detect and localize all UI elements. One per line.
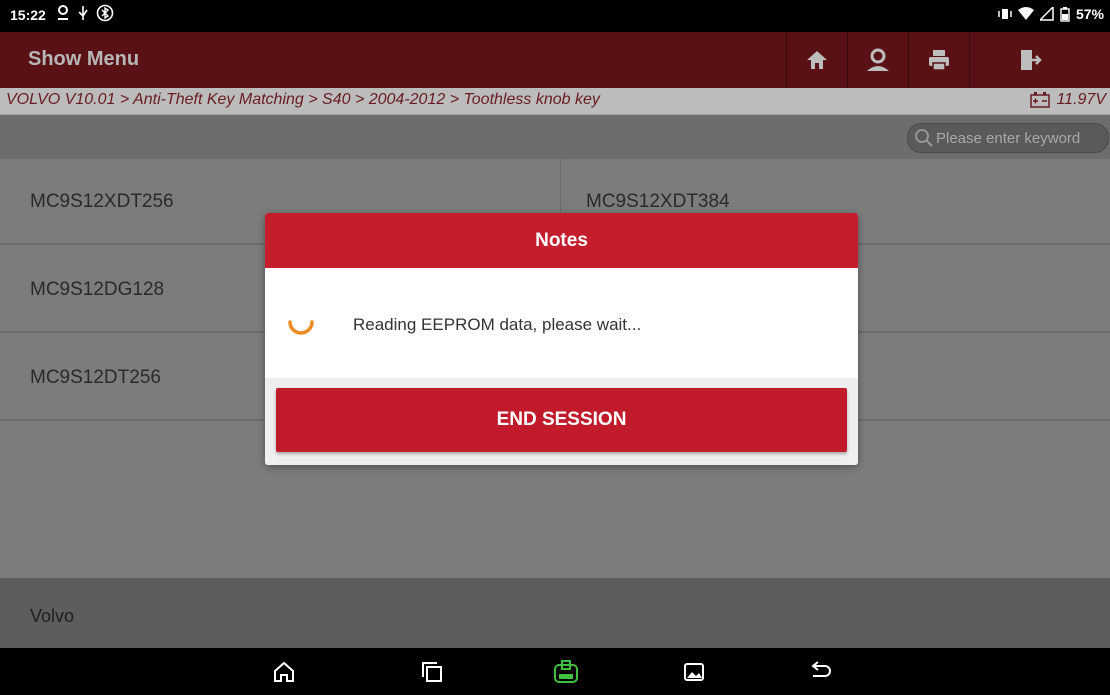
nav-gallery-button[interactable]	[680, 658, 708, 686]
dialog-title: Notes	[265, 213, 858, 268]
vci-icon	[554, 660, 578, 683]
nav-vci-button[interactable]	[552, 658, 580, 686]
nav-home-button[interactable]	[270, 658, 298, 686]
home-button[interactable]	[787, 32, 847, 88]
support-button[interactable]	[848, 32, 908, 88]
wifi-icon	[1017, 7, 1034, 20]
print-icon	[929, 50, 949, 71]
app-header: Show Menu	[0, 32, 1110, 88]
user-support-icon	[867, 48, 889, 71]
header-divider	[969, 32, 970, 88]
home-icon	[807, 51, 827, 69]
system-nav-bar	[0, 648, 1110, 695]
loading-spinner-icon	[288, 320, 314, 335]
nav-back-button[interactable]	[807, 658, 835, 686]
search-input[interactable]	[934, 128, 1108, 148]
status-icons	[56, 4, 114, 22]
signal-icon	[1039, 7, 1054, 21]
exit-button[interactable]	[1000, 32, 1060, 88]
end-session-button[interactable]: END SESSION	[276, 388, 847, 452]
voltage-value: 11.97V	[1056, 91, 1106, 108]
page-title: Show Menu	[28, 48, 140, 70]
voltage-readout: 11.97V	[1030, 91, 1106, 109]
battery-voltage-icon	[1030, 92, 1051, 108]
home-outline-icon	[274, 661, 294, 682]
status-right: 57%	[998, 6, 1104, 22]
nav-recents-button[interactable]	[418, 658, 446, 686]
location-icon	[58, 5, 68, 20]
bluetooth-icon	[96, 4, 114, 22]
search-box[interactable]	[907, 123, 1109, 153]
back-icon	[811, 661, 831, 677]
dialog-body: Reading EEPROM data, please wait...	[265, 268, 858, 378]
footer-brand: Volvo	[30, 606, 75, 626]
search-band	[0, 115, 1110, 159]
status-bar: 15:22 57%	[0, 0, 1110, 32]
usb-icon	[78, 6, 88, 20]
search-icon	[915, 129, 933, 147]
battery-level: 57%	[1075, 6, 1104, 22]
dialog-message: Reading EEPROM data, please wait...	[353, 315, 642, 334]
breadcrumb-path: VOLVO V10.01 > Anti-Theft Key Matching >…	[6, 91, 600, 108]
battery-icon	[1060, 6, 1070, 22]
recents-icon	[422, 662, 442, 682]
vibrate-icon	[998, 9, 1012, 19]
breadcrumb: VOLVO V10.01 > Anti-Theft Key Matching >…	[0, 88, 1110, 115]
notes-dialog: Notes Reading EEPROM data, please wait..…	[265, 213, 858, 465]
footer-bar: Volvo	[0, 578, 1110, 648]
dialog-footer: END SESSION	[265, 378, 858, 465]
print-button[interactable]	[909, 32, 969, 88]
exit-icon	[1021, 50, 1042, 70]
status-time: 15:22	[10, 7, 46, 23]
image-icon	[684, 663, 704, 681]
